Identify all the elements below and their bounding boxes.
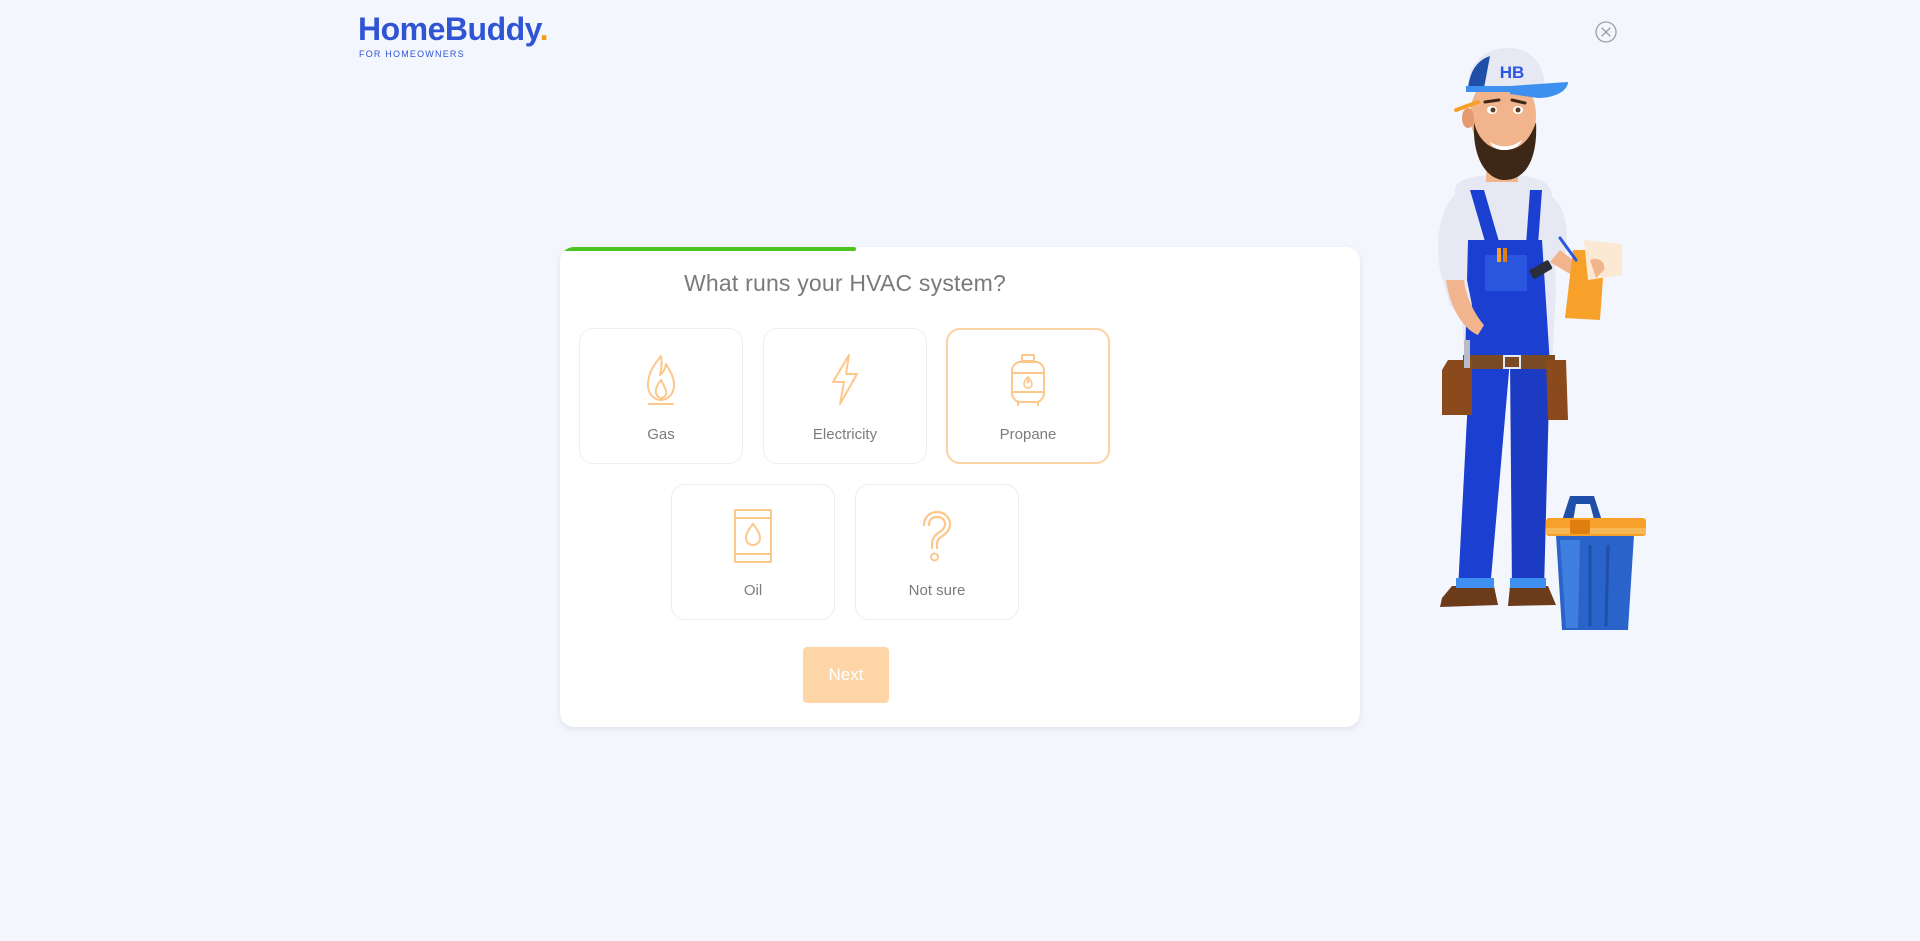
logo-dot: . bbox=[539, 11, 549, 47]
next-button[interactable]: Next bbox=[803, 647, 889, 703]
option-label: Electricity bbox=[812, 426, 878, 443]
flame-icon bbox=[647, 355, 675, 405]
option-electricity[interactable]: Electricity bbox=[763, 328, 927, 464]
question-title: What runs your HVAC system? bbox=[684, 270, 1006, 296]
logo-wordmark: HomeBuddy. bbox=[358, 10, 548, 48]
option-label: Oil bbox=[743, 582, 763, 599]
option-propane[interactable]: Propane bbox=[946, 328, 1110, 464]
page: HomeBuddy. FOR HOMEOWNERS What runs your… bbox=[0, 0, 1920, 941]
cap-text: HB bbox=[1500, 63, 1525, 82]
question-card: What runs your HVAC system? Gas Electric… bbox=[560, 247, 1360, 727]
option-oil[interactable]: Oil bbox=[671, 484, 835, 620]
logo-tagline: FOR HOMEOWNERS bbox=[359, 49, 465, 59]
logo-name: HomeBuddy bbox=[358, 11, 540, 47]
logo[interactable]: HomeBuddy. FOR HOMEOWNERS bbox=[358, 10, 548, 59]
progress-fill bbox=[560, 247, 856, 251]
question-mark-icon bbox=[922, 510, 952, 562]
toolbox-icon bbox=[1546, 496, 1646, 630]
option-label: Not sure bbox=[908, 582, 966, 599]
option-label: Gas bbox=[647, 426, 675, 443]
handyman-mascot-illustration: HB bbox=[1438, 48, 1646, 630]
option-not-sure[interactable]: Not sure bbox=[855, 484, 1019, 620]
option-gas[interactable]: Gas bbox=[579, 328, 743, 464]
oil-barrel-icon bbox=[734, 509, 772, 563]
propane-tank-icon bbox=[1011, 354, 1045, 406]
option-label: Propane bbox=[999, 426, 1057, 443]
progress-bar bbox=[560, 247, 1360, 251]
lightning-icon bbox=[832, 354, 858, 405]
